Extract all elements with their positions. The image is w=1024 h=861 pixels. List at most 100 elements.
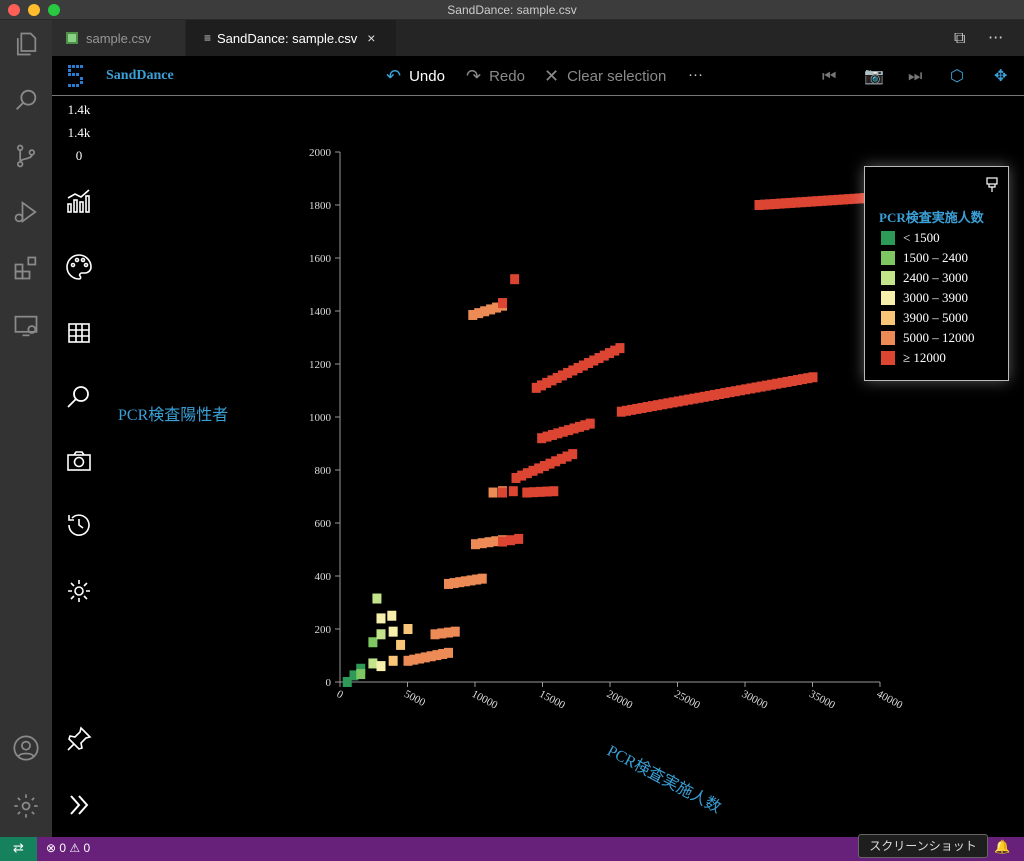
split-editor-icon[interactable]: ⧉ — [954, 28, 965, 48]
notifications-bell-icon[interactable]: 🔔 — [994, 840, 1010, 855]
data-point[interactable] — [376, 661, 386, 672]
data-point[interactable] — [498, 536, 507, 547]
problems-indicator[interactable]: ⊗ 0 ⚠ 0 — [46, 841, 90, 855]
legend-label: 1500 – 2400 — [903, 250, 968, 265]
data-point[interactable] — [356, 669, 366, 680]
search-filter-icon[interactable] — [64, 382, 94, 412]
data-point[interactable] — [510, 274, 520, 285]
data-point[interactable] — [508, 486, 518, 497]
x-axis-label[interactable]: PCR検査実施人数 — [604, 742, 724, 817]
previous-snapshot-icon[interactable]: ⏮ — [822, 66, 836, 86]
y-axis-label[interactable]: PCR検査陽性者 — [118, 406, 228, 424]
data-point[interactable] — [450, 626, 460, 637]
screenshot-tooltip: スクリーンショット — [858, 834, 988, 858]
remote-explorer-icon[interactable] — [10, 310, 42, 342]
chart-icon[interactable] — [64, 186, 94, 216]
data-point[interactable] — [615, 343, 625, 354]
data-point[interactable] — [549, 486, 559, 497]
legend-label: 3000 – 3900 — [903, 290, 968, 305]
3d-cube-icon[interactable]: ⬡ — [950, 66, 964, 85]
data-point[interactable] — [368, 658, 378, 669]
legend-item[interactable]: 1500 – 2400 — [881, 250, 968, 265]
data-point[interactable] — [376, 629, 386, 640]
data-point[interactable] — [387, 610, 397, 621]
color-legend[interactable]: PCR検査実施人数 < 1500 1500 – 2400 2400 – 3000 30… — [864, 166, 1009, 381]
account-icon[interactable] — [10, 732, 42, 764]
legend-item[interactable]: ≥ 12000 — [881, 350, 946, 365]
preview-icon: ≡ — [204, 31, 212, 45]
data-point[interactable] — [506, 535, 516, 546]
remote-indicator-icon[interactable]: ⇄ — [0, 837, 37, 861]
undo-button[interactable]: ↶ Undo — [386, 66, 445, 87]
tab-label: SandDance: sample.csv — [217, 30, 358, 46]
title-bar: SandDance: sample.csv — [0, 0, 1024, 20]
more-options-button[interactable]: ··· — [688, 66, 703, 83]
data-point[interactable] — [477, 573, 487, 584]
legend-swatch — [881, 251, 895, 265]
y-tick-label: 200 — [315, 624, 332, 636]
color-palette-icon[interactable] — [64, 252, 94, 282]
clear-selection-button[interactable]: ✕ Clear selection — [544, 66, 666, 87]
x-tick-label: 10000 — [470, 688, 500, 712]
camera-move-icon[interactable]: ✥ — [994, 66, 1007, 85]
data-point[interactable] — [388, 626, 398, 637]
history-icon[interactable] — [64, 510, 94, 540]
snapshots-camera-icon[interactable] — [64, 446, 94, 476]
search-icon[interactable] — [10, 84, 42, 116]
count-total: 1.4k — [67, 125, 91, 140]
extensions-icon[interactable] — [10, 252, 42, 284]
clear-selection-label: Clear selection — [567, 68, 667, 85]
legend-item[interactable]: 3000 – 3900 — [881, 290, 968, 305]
paint-brush-icon[interactable] — [985, 177, 999, 193]
data-point[interactable] — [376, 613, 386, 624]
tab-sanddance-preview[interactable]: ≡ SandDance: sample.csv × — [186, 20, 396, 56]
data-point[interactable] — [514, 533, 524, 544]
data-point[interactable] — [368, 637, 378, 648]
data-table-icon[interactable] — [64, 318, 94, 348]
run-debug-icon[interactable] — [10, 196, 42, 228]
data-point[interactable] — [396, 639, 406, 650]
y-tick-label: 1200 — [309, 359, 332, 371]
data-point[interactable] — [498, 487, 507, 498]
x-tick-label: 25000 — [672, 688, 702, 712]
data-point[interactable] — [568, 449, 578, 460]
explorer-icon[interactable] — [10, 28, 42, 60]
legend-item[interactable]: 5000 – 12000 — [881, 330, 975, 345]
pin-icon[interactable] — [64, 724, 94, 754]
sanddance-toolbar: SandDance ↶ Undo ↷ Redo ✕ Clear selectio… — [52, 56, 1024, 96]
y-tick-label: 800 — [315, 465, 332, 477]
settings-gear-icon[interactable] — [64, 576, 94, 606]
y-tick-label: 1600 — [309, 253, 332, 265]
data-point[interactable] — [372, 593, 382, 604]
redo-button[interactable]: ↷ Redo — [466, 66, 525, 87]
legend-item[interactable]: 2400 – 3000 — [881, 270, 968, 285]
snapshot-camera-icon[interactable]: 📷 — [864, 66, 884, 85]
next-snapshot-icon[interactable]: ⏭ — [908, 66, 922, 86]
legend-label: ≥ 12000 — [903, 350, 946, 365]
source-control-icon[interactable] — [10, 140, 42, 172]
manage-gear-icon[interactable] — [10, 790, 42, 822]
x-tick-label: 30000 — [740, 688, 770, 712]
data-point[interactable] — [403, 624, 413, 634]
data-point[interactable] — [498, 298, 507, 309]
legend-swatch — [881, 291, 895, 305]
x-tick-label: 40000 — [875, 688, 905, 712]
expand-chevrons-icon[interactable] — [64, 790, 94, 820]
tab-sample-csv[interactable]: sample.csv — [52, 20, 185, 56]
legend-item[interactable]: 3900 – 5000 — [881, 310, 968, 325]
data-point[interactable] — [444, 647, 453, 658]
y-tick-label: 600 — [315, 518, 332, 530]
data-point[interactable] — [388, 655, 398, 666]
y-tick-label: 0 — [326, 677, 332, 689]
data-point[interactable] — [808, 372, 818, 383]
data-marks[interactable] — [342, 192, 885, 687]
undo-icon: ↶ — [386, 66, 402, 86]
more-actions-icon[interactable]: ··· — [988, 28, 1003, 47]
data-point[interactable] — [585, 418, 595, 429]
y-tick-label: 1000 — [309, 412, 332, 424]
data-point[interactable] — [488, 487, 498, 498]
x-tick-label: 15000 — [537, 688, 567, 712]
close-tab-icon[interactable]: × — [367, 30, 375, 46]
legend-item[interactable]: < 1500 — [881, 230, 940, 245]
count-selected: 0 — [75, 148, 83, 163]
